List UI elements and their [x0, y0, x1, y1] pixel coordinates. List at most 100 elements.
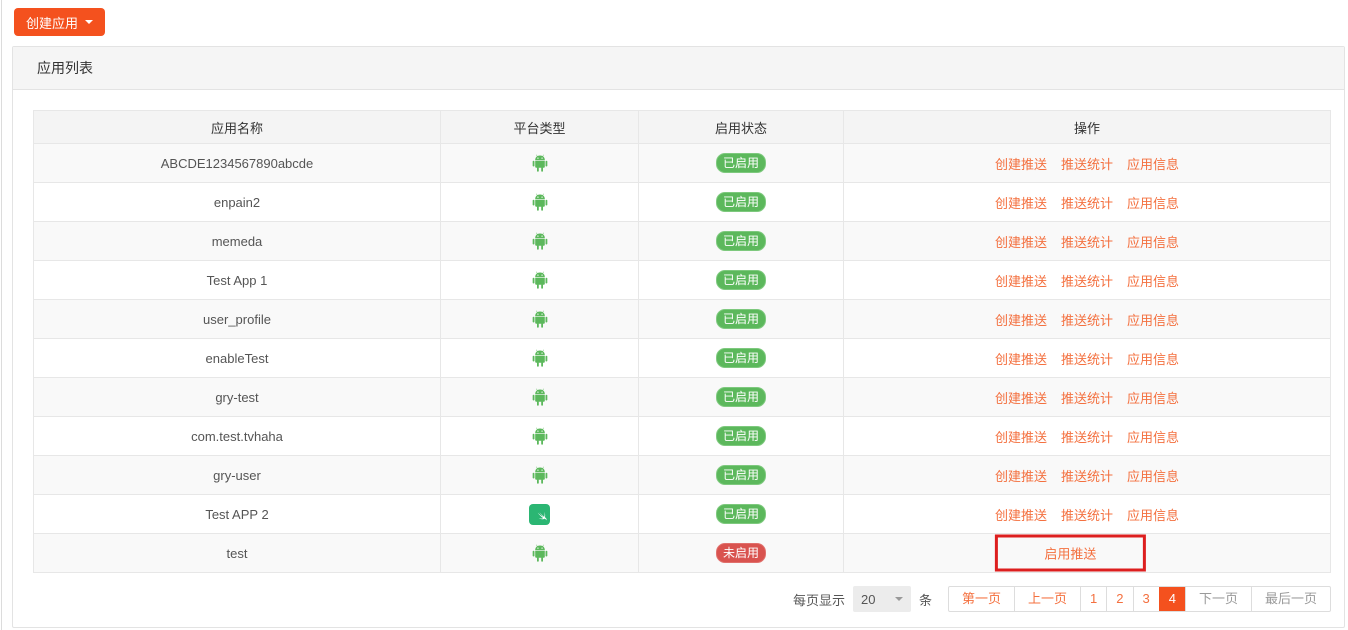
action-link-create-push[interactable]: 创建推送: [995, 430, 1047, 445]
android-icon: [532, 193, 548, 211]
pager-item-3[interactable]: 3: [1132, 587, 1159, 611]
panel-title: 应用列表: [13, 47, 1344, 90]
action-link-create-push[interactable]: 创建推送: [995, 157, 1047, 172]
status-badge: 已启用: [715, 465, 766, 485]
action-link-app-info[interactable]: 应用信息: [1127, 391, 1179, 406]
app-name-cell: user_profile: [33, 299, 441, 339]
action-link-app-info[interactable]: 应用信息: [1127, 508, 1179, 523]
app-name-cell: Test APP 2: [33, 494, 441, 534]
table-row: gry-test 已启用 创建推送 推送统计 应用信息: [33, 377, 1331, 417]
status-badge: 已启用: [715, 153, 766, 173]
status-badge: 已启用: [715, 426, 766, 446]
action-link-create-push[interactable]: 创建推送: [995, 313, 1047, 328]
app-list-page: { "page": { "create_button_label": "创建应用…: [0, 0, 1348, 630]
table-row: gry-user 已启用 创建推送 推送统计 应用信息: [33, 455, 1331, 495]
pager-item-2[interactable]: 2: [1106, 587, 1132, 611]
action-link-create-push[interactable]: 创建推送: [995, 274, 1047, 289]
platform-cell: [440, 455, 639, 495]
status-cell: 未启用: [638, 533, 844, 573]
action-link-push-stats[interactable]: 推送统计: [1061, 196, 1113, 211]
action-link-push-stats[interactable]: 推送统计: [1061, 469, 1113, 484]
status-cell: 已启用: [638, 143, 844, 183]
action-link-app-info[interactable]: 应用信息: [1127, 274, 1179, 289]
action-link-enable-push[interactable]: 启用推送: [1044, 544, 1096, 563]
page-size-value: 20: [860, 591, 876, 607]
app-name-cell: enpain2: [33, 182, 441, 222]
platform-cell: [440, 221, 639, 261]
page-left-border: [1, 0, 2, 630]
pager-item-下一页: 下一页: [1184, 587, 1251, 611]
panel-body: 应用名称 平台类型 启用状态 操作 ABCDE1234567890abcde 已…: [13, 90, 1344, 612]
action-link-push-stats[interactable]: 推送统计: [1061, 391, 1113, 406]
platform-cell: [440, 143, 639, 183]
status-cell: 已启用: [638, 260, 844, 300]
platform-cell: [440, 377, 639, 417]
action-link-create-push[interactable]: 创建推送: [995, 196, 1047, 211]
status-badge: 已启用: [715, 387, 766, 407]
action-link-app-info[interactable]: 应用信息: [1127, 157, 1179, 172]
actions-cell: 创建推送 推送统计 应用信息: [843, 455, 1331, 495]
action-link-app-info[interactable]: 应用信息: [1127, 196, 1179, 211]
platform-cell: [440, 260, 639, 300]
column-header-actions: 操作: [843, 110, 1331, 144]
platform-cell: [440, 182, 639, 222]
status-cell: 已启用: [638, 299, 844, 339]
table-row: user_profile 已启用 创建推送 推送统计 应用信息: [33, 299, 1331, 339]
action-link-create-push[interactable]: 创建推送: [995, 469, 1047, 484]
action-link-create-push[interactable]: 创建推送: [995, 352, 1047, 367]
page-size-select[interactable]: 20: [852, 586, 911, 612]
status-badge: 未启用: [715, 543, 766, 563]
action-link-app-info[interactable]: 应用信息: [1127, 313, 1179, 328]
action-link-push-stats[interactable]: 推送统计: [1061, 508, 1113, 523]
actions-cell: 创建推送 推送统计 应用信息: [843, 338, 1331, 378]
action-link-create-push[interactable]: 创建推送: [995, 235, 1047, 250]
android-icon: [532, 154, 548, 172]
android-icon: [532, 271, 548, 289]
action-link-push-stats[interactable]: 推送统计: [1061, 352, 1113, 367]
actions-cell: 启用推送: [843, 533, 1331, 573]
action-link-push-stats[interactable]: 推送统计: [1061, 157, 1113, 172]
android-icon: [532, 466, 548, 484]
swift-icon: [529, 503, 550, 525]
app-name-cell: test: [33, 533, 441, 573]
pager-item-1[interactable]: 1: [1080, 587, 1106, 611]
android-icon: [532, 232, 548, 250]
table-row: com.test.tvhaha 已启用 创建推送 推送统计 应用信息: [33, 416, 1331, 456]
status-badge: 已启用: [715, 348, 766, 368]
status-cell: 已启用: [638, 377, 844, 417]
action-link-app-info[interactable]: 应用信息: [1127, 430, 1179, 445]
table-row: ABCDE1234567890abcde 已启用 创建推送 推送统计 应用信息: [33, 143, 1331, 183]
status-badge: 已启用: [715, 270, 766, 290]
app-name-cell: gry-test: [33, 377, 441, 417]
actions-cell: 创建推送 推送统计 应用信息: [843, 377, 1331, 417]
action-link-create-push[interactable]: 创建推送: [995, 508, 1047, 523]
action-link-push-stats[interactable]: 推送统计: [1061, 235, 1113, 250]
actions-cell: 创建推送 推送统计 应用信息: [843, 299, 1331, 339]
actions-cell: 创建推送 推送统计 应用信息: [843, 221, 1331, 261]
action-link-app-info[interactable]: 应用信息: [1127, 352, 1179, 367]
create-app-button[interactable]: 创建应用: [14, 8, 106, 36]
action-link-push-stats[interactable]: 推送统计: [1061, 430, 1113, 445]
column-header-status: 启用状态: [638, 110, 844, 144]
pager-item-上一页[interactable]: 上一页: [1014, 587, 1080, 611]
action-link-push-stats[interactable]: 推送统计: [1061, 274, 1113, 289]
pager-item-第一页[interactable]: 第一页: [949, 587, 1014, 611]
action-link-app-info[interactable]: 应用信息: [1127, 469, 1179, 484]
action-link-app-info[interactable]: 应用信息: [1127, 235, 1179, 250]
pager-item-4[interactable]: 4: [1158, 587, 1185, 611]
action-link-create-push[interactable]: 创建推送: [995, 391, 1047, 406]
status-badge: 已启用: [715, 192, 766, 212]
app-name-cell: com.test.tvhaha: [33, 416, 441, 456]
platform-cell: [440, 494, 639, 534]
page-size-unit-label: 条: [918, 592, 932, 608]
app-name-cell: ABCDE1234567890abcde: [33, 143, 441, 183]
platform-cell: [440, 533, 639, 573]
app-name-cell: memeda: [33, 221, 441, 261]
status-cell: 已启用: [638, 338, 844, 378]
chevron-down-icon: [894, 597, 903, 601]
actions-cell: 创建推送 推送统计 应用信息: [843, 416, 1331, 456]
annotation-highlight-box: 启用推送: [994, 534, 1146, 572]
action-link-push-stats[interactable]: 推送统计: [1061, 313, 1113, 328]
status-badge: 已启用: [715, 309, 766, 329]
create-app-button-label: 创建应用: [26, 15, 79, 31]
